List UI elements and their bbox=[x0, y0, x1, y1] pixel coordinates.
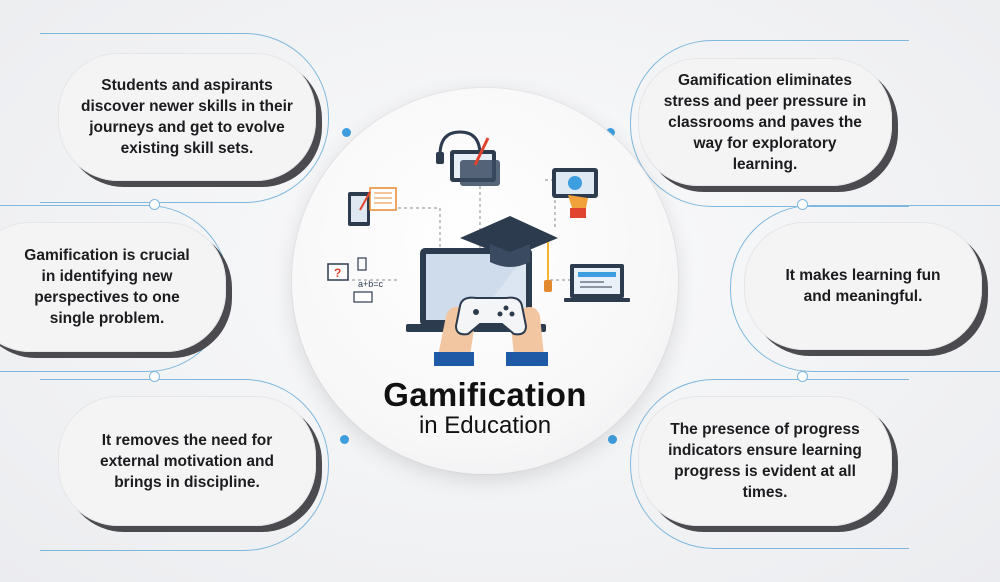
connector-ring-left-1 bbox=[149, 199, 160, 210]
equation-label: a+b=c bbox=[358, 279, 384, 289]
connector-ring-left-2 bbox=[149, 371, 160, 382]
right-item-2: It makes learning fun and meaningful. bbox=[744, 222, 982, 350]
center-title: Gamification bbox=[383, 376, 587, 413]
left-item-3-text: It removes the need for external motivat… bbox=[100, 431, 274, 491]
connector-ring-right-2 bbox=[797, 371, 808, 382]
left-item-2: Gamification is crucial in identifying n… bbox=[0, 222, 226, 352]
connector-ring-right-1 bbox=[797, 199, 808, 210]
left-item-1: Students and aspirants discover newer sk… bbox=[58, 53, 316, 181]
left-item-3: It removes the need for external motivat… bbox=[58, 396, 316, 526]
question-mark: ? bbox=[334, 266, 341, 280]
book-phone-icon bbox=[348, 187, 397, 226]
right-item-2-text: It makes learning fun and meaningful. bbox=[785, 267, 941, 305]
left-item-2-text: Gamification is crucial in identifying n… bbox=[24, 247, 190, 327]
right-item-1-text: Gamification eliminates stress and peer … bbox=[663, 71, 867, 173]
quiz-icon: ? a+b=c bbox=[327, 257, 384, 303]
center-subtitle: in Education bbox=[418, 412, 552, 439]
infographic: Students and aspirants discover newer sk… bbox=[0, 0, 1000, 582]
tablet-touch-icon bbox=[552, 168, 598, 218]
left-item-1-text: Students and aspirants discover newer sk… bbox=[81, 77, 293, 157]
right-item-1: Gamification eliminates stress and peer … bbox=[638, 58, 892, 186]
education-illustration: ? a+b=c bbox=[327, 130, 630, 366]
tablet-headphones-icon bbox=[436, 130, 500, 186]
laptop-icon bbox=[564, 264, 630, 302]
